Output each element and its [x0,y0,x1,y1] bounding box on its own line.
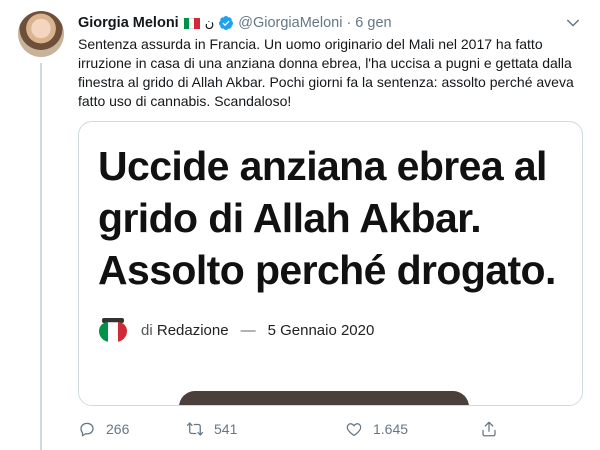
card-headline: Uccide anziana ebrea al grido di Allah A… [98,143,556,293]
separator-dot: · [346,15,352,31]
retweet-count: 541 [214,421,238,437]
arabic-nun-symbol: ن [204,15,215,30]
like-count: 1.645 [373,421,409,437]
retweet-button[interactable]: 541 [186,420,237,438]
italian-flag-icon [183,17,200,29]
like-button[interactable]: 1.645 [345,420,408,438]
byline-date: 5 Gennaio 2020 [267,321,375,339]
link-card[interactable]: Uccide anziana ebrea al grido di Allah A… [78,121,583,406]
reply-count: 266 [106,421,130,437]
tweet-text: Sentenza assurda in Francia. Un uomo ori… [78,36,574,109]
thread-line [40,63,42,450]
verified-badge-icon [219,16,234,30]
share-icon [482,421,496,437]
author-handle[interactable]: @GiorgiaMeloni [238,15,342,31]
tweet[interactable]: Giorgia Meloni ن @GiorgiaMeloni · 6 gen … [0,0,600,450]
tweet-date[interactable]: 6 gen [355,15,391,31]
byline-author: Redazione [156,321,229,339]
byline-dash: — [240,321,256,339]
tweet-actions: 266 541 1.645 [78,420,498,440]
chevron-down-icon[interactable] [564,14,582,32]
newspaper-logo-icon [99,318,127,342]
like-icon [346,423,362,437]
author-name[interactable]: Giorgia Meloni [78,15,179,31]
avatar[interactable] [18,11,64,57]
share-button[interactable] [480,420,508,438]
card-byline: di Redazione — 5 Gennaio 2020 [99,318,374,342]
byline-prefix: di [141,321,153,339]
tweet-header: Giorgia Meloni ن @GiorgiaMeloni · 6 gen [78,13,392,33]
reply-button[interactable]: 266 [78,420,129,438]
reply-icon [80,422,94,437]
card-photo [79,384,582,405]
retweet-icon [186,422,204,436]
